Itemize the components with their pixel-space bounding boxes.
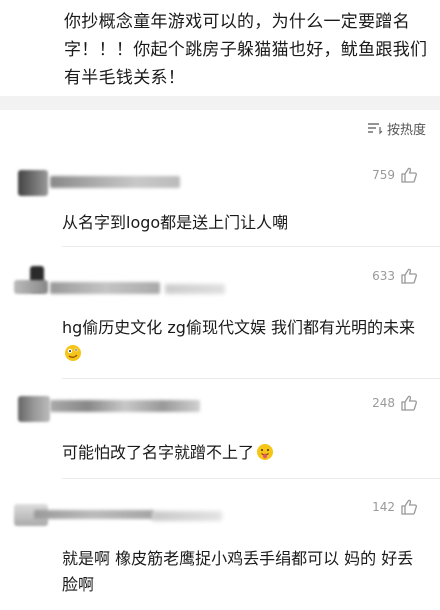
comment-text: hg偷历史文化 zg偷现代文娱 我们都有光明的未来 xyxy=(62,315,428,367)
divider xyxy=(62,478,440,479)
comment-body: hg偷历史文化 zg偷现代文娱 我们都有光明的未来 xyxy=(62,318,416,337)
username-redacted[interactable] xyxy=(50,400,200,412)
comment-body: 就是啊 橡皮筋老鹰捉小鸡丢手绢都可以 妈的 好丢脸啊 xyxy=(62,549,414,594)
like-count: 633 xyxy=(372,269,395,283)
avatar[interactable] xyxy=(18,396,50,422)
username-redacted xyxy=(165,284,225,294)
comment-body: 可能怕改了名字就蹭不上了 xyxy=(62,443,255,462)
post-text: 你抄概念童年游戏可以的，为什么一定要蹭名字！！！你起个跳房子躲猫猫也好，鱿鱼跟我… xyxy=(64,12,428,88)
thumbs-up-icon xyxy=(401,167,417,183)
thumbs-up-icon xyxy=(401,395,417,411)
avatar[interactable] xyxy=(18,170,48,196)
avatar-blur-part xyxy=(14,280,48,294)
sort-lines-icon xyxy=(367,123,383,135)
divider xyxy=(62,246,440,247)
username-redacted xyxy=(152,511,222,521)
username-redacted[interactable] xyxy=(34,510,154,519)
like-button[interactable]: 142 xyxy=(372,498,418,516)
like-count: 248 xyxy=(372,396,395,410)
tongue-face-emoji xyxy=(257,444,274,460)
sort-by-hot-button[interactable]: 按热度 xyxy=(367,118,426,138)
crazy-face-emoji xyxy=(65,345,81,361)
section-divider xyxy=(0,96,440,110)
comment-text: 就是啊 橡皮筋老鹰捉小鸡丢手绢都可以 妈的 好丢脸啊 xyxy=(62,546,428,598)
like-count: 142 xyxy=(372,500,395,514)
like-button[interactable]: 248 xyxy=(372,394,418,412)
like-count: 759 xyxy=(372,168,395,182)
thumbs-up-icon xyxy=(401,268,417,284)
like-button[interactable]: 633 xyxy=(372,267,418,285)
comment-text: 从名字到logo都是送上门让人嘲 xyxy=(62,210,428,236)
comment-text: 可能怕改了名字就蹭不上了 xyxy=(62,440,428,466)
username-redacted[interactable] xyxy=(50,282,160,294)
username-redacted[interactable] xyxy=(50,176,180,188)
like-button[interactable]: 759 xyxy=(372,166,418,184)
sort-label: 按热度 xyxy=(386,122,426,138)
comment-body: 从名字到logo都是送上门让人嘲 xyxy=(62,213,289,232)
thumbs-up-icon xyxy=(401,499,417,515)
divider xyxy=(62,378,440,379)
